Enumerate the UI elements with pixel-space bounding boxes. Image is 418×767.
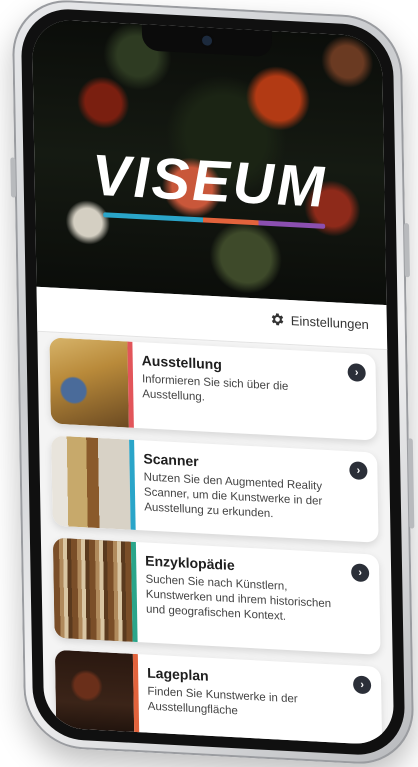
phone-frame: VISEUM Einstellungen Ausstellung Informi… xyxy=(10,0,415,767)
lageplan-thumbnail xyxy=(54,649,135,740)
chevron-right-icon[interactable]: › xyxy=(347,363,366,383)
card-text: Enzyklopädie Suchen Sie nach Künstlern, … xyxy=(145,552,346,627)
settings-label: Einstellungen xyxy=(290,312,369,332)
card-description: Finden Sie Kunstwerke in der Ausstellung… xyxy=(147,685,298,718)
card-accent xyxy=(129,439,136,530)
hero-painting: VISEUM xyxy=(31,18,387,306)
notch xyxy=(141,24,273,58)
camera-icon xyxy=(201,35,213,46)
card-accent xyxy=(127,341,134,428)
card-enzyklopaedie[interactable]: Enzyklopädie Suchen Sie nach Künstlern, … xyxy=(52,537,381,655)
scanner-thumbnail xyxy=(51,435,131,530)
volume-button xyxy=(404,222,410,278)
app-screen: VISEUM Einstellungen Ausstellung Informi… xyxy=(31,18,395,746)
gear-icon xyxy=(271,313,284,326)
card-scanner[interactable]: Scanner Nutzen Sie den Augmented Reality… xyxy=(51,435,379,543)
app-logo: VISEUM xyxy=(91,142,328,220)
card-description: Nutzen Sie den Augmented Reality Scanner… xyxy=(143,471,323,521)
card-accent xyxy=(132,653,140,741)
ausstellung-thumbnail xyxy=(49,337,129,428)
card-accent xyxy=(130,541,138,643)
settings-button[interactable]: Einstellungen xyxy=(269,311,369,332)
enzyklopaedie-thumbnail xyxy=(52,537,133,642)
card-text: Ausstellung Informieren Sie sich über di… xyxy=(142,352,343,412)
card-description: Suchen Sie nach Künstlern, Kunstwerken u… xyxy=(145,573,332,623)
power-button xyxy=(407,438,415,529)
card-description: Informieren Sie sich über die Ausstellun… xyxy=(141,373,289,404)
chevron-right-icon[interactable]: › xyxy=(352,675,372,695)
chevron-right-icon[interactable]: › xyxy=(349,461,368,481)
card-text: Scanner Nutzen Sie den Augmented Reality… xyxy=(143,450,344,525)
card-text: Lageplan Finden Sie Kunstwerke in der Au… xyxy=(147,665,348,725)
mute-switch xyxy=(10,157,16,198)
card-ausstellung[interactable]: Ausstellung Informieren Sie sich über di… xyxy=(49,337,377,441)
chevron-right-icon[interactable]: › xyxy=(351,563,370,583)
